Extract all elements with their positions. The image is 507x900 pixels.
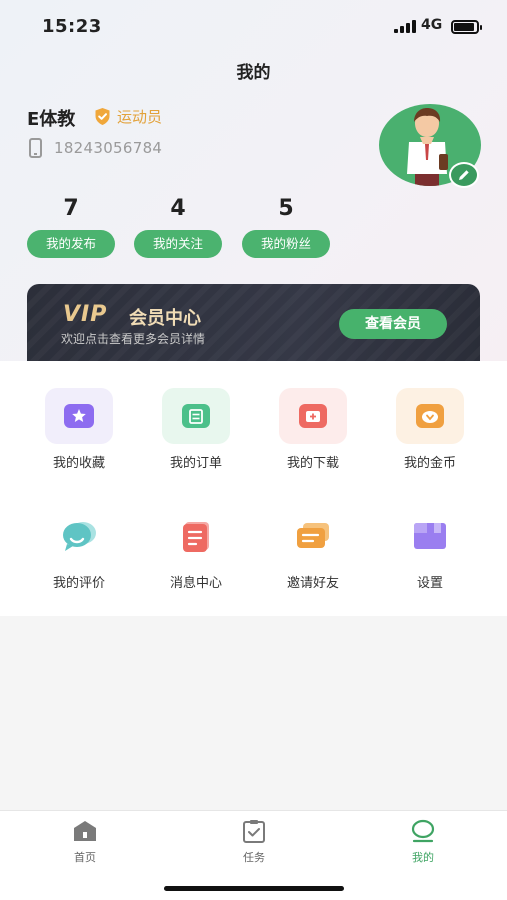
menu-item-invite[interactable]: 邀请好友 [263, 508, 363, 591]
menu-label: 消息中心 [169, 576, 222, 591]
my-fans-button[interactable]: 我的粉丝 [242, 230, 330, 258]
settings-icon [414, 523, 446, 549]
status-time: 15:23 [42, 16, 102, 37]
role-badge: 运动员 [94, 106, 162, 127]
page-title: 我的 [236, 63, 271, 83]
menu-item-favorites[interactable]: 我的收藏 [29, 388, 129, 471]
view-vip-button[interactable]: 查看会员 [339, 309, 447, 339]
battery-icon [451, 20, 482, 34]
user-name: E体教 [27, 109, 76, 130]
menu-label: 我的收藏 [52, 456, 105, 471]
vip-title: 会员中心 [129, 308, 201, 329]
comment-icon [63, 522, 96, 551]
my-following-button[interactable]: 我的关注 [134, 230, 222, 258]
status-bar: 15:23 4G [0, 0, 507, 52]
stat-following[interactable]: 4 我的关注 [133, 196, 223, 258]
tab-home[interactable]: 首页 [45, 819, 125, 865]
vip-logo: VIP [63, 302, 108, 327]
invite-tile [279, 508, 347, 564]
menu-label: 设置 [416, 576, 443, 591]
coin-icon [416, 404, 444, 428]
stat-following-value: 4 [170, 196, 186, 221]
download-icon [299, 404, 327, 428]
message-icon [183, 522, 209, 552]
stat-fans-value: 5 [278, 196, 294, 221]
stat-posts[interactable]: 7 我的发布 [26, 196, 116, 258]
settings-tile [396, 508, 464, 564]
tab-profile[interactable]: 我的 [383, 819, 463, 865]
my-posts-button[interactable]: 我的发布 [27, 230, 115, 258]
orders-tile [162, 388, 230, 444]
menu-item-reviews[interactable]: 我的评价 [29, 508, 129, 591]
tab-home-label: 首页 [74, 851, 96, 864]
menu-label: 我的评价 [52, 576, 105, 591]
profile-icon [411, 819, 435, 843]
menu-label: 我的订单 [169, 456, 222, 471]
edit-avatar-button[interactable] [449, 162, 479, 188]
network-type: 4G [421, 17, 443, 33]
stat-fans[interactable]: 5 我的粉丝 [241, 196, 331, 258]
menu-label: 我的下载 [286, 456, 339, 471]
stat-posts-value: 7 [63, 196, 79, 221]
tab-profile-label: 我的 [412, 851, 434, 864]
messages-tile [162, 508, 230, 564]
menu-item-orders[interactable]: 我的订单 [146, 388, 246, 471]
downloads-tile [279, 388, 347, 444]
favorites-tile [45, 388, 113, 444]
invite-icon [297, 523, 329, 548]
signal-icon [394, 20, 416, 33]
phone-icon [29, 138, 42, 158]
shield-icon [95, 108, 110, 125]
menu-label: 我的金币 [403, 456, 456, 471]
phone-row: 18243056784 [29, 138, 162, 158]
role-label: 运动员 [117, 108, 163, 126]
coins-tile [396, 388, 464, 444]
vip-card[interactable]: VIP 会员中心 欢迎点击查看更多会员详情 查看会员 [27, 284, 480, 361]
menu-item-settings[interactable]: 设置 [380, 508, 480, 591]
pencil-icon [459, 170, 469, 180]
phone-number: 18243056784 [54, 139, 163, 157]
tab-tasks[interactable]: 任务 [214, 819, 294, 865]
tab-tasks-label: 任务 [243, 851, 265, 864]
menu-item-downloads[interactable]: 我的下载 [263, 388, 363, 471]
order-icon [182, 404, 210, 428]
home-icon [74, 821, 96, 841]
reviews-tile [45, 508, 113, 564]
star-icon [64, 404, 94, 428]
home-indicator [164, 886, 344, 891]
task-icon [243, 820, 265, 843]
vip-subtitle: 欢迎点击查看更多会员详情 [61, 332, 206, 346]
menu-item-messages[interactable]: 消息中心 [146, 508, 246, 591]
menu-label: 邀请好友 [286, 576, 339, 591]
menu-grid: 我的收藏 我的订单 我的下载 我的金币 我的评价 消息中心 邀请好友 设置 [0, 361, 507, 616]
menu-item-coins[interactable]: 我的金币 [380, 388, 480, 471]
